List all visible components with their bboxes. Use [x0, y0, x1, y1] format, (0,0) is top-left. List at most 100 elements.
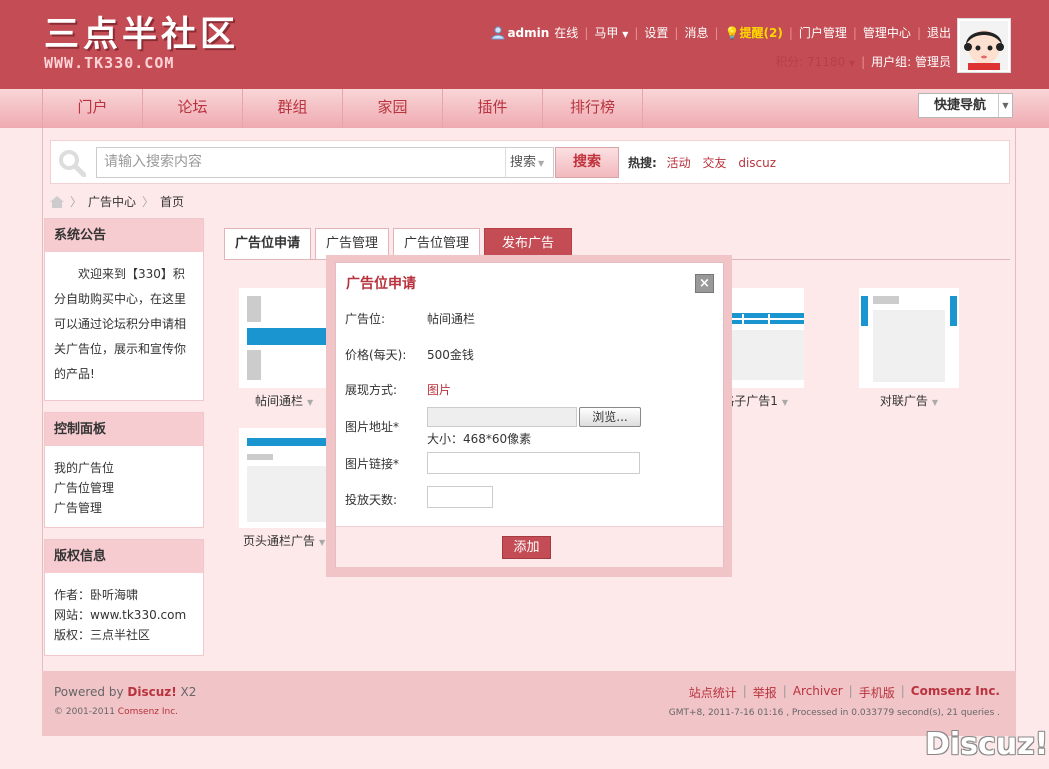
avatar[interactable] [957, 18, 1011, 73]
nav-item-plugin[interactable]: 插件 [443, 89, 543, 128]
copyright-title: 版权信息 [45, 540, 203, 573]
ad-position-label: 对联广告 ▼ [879, 394, 939, 408]
alerts-link[interactable]: 提醒(2) [739, 24, 782, 41]
archiver-link[interactable]: Archiver [793, 684, 843, 701]
vest-menu[interactable]: 马甲 ▼ [594, 24, 628, 41]
divider: | [714, 25, 719, 40]
divider: | [916, 25, 921, 40]
logo-text: 三点半社区 [44, 14, 240, 55]
user-stats: 积分: 71180 ▼ | 用户组: 管理员 [775, 53, 951, 70]
img-file-input[interactable] [427, 407, 577, 427]
divider: | [584, 25, 589, 40]
quick-nav-button[interactable]: 快捷导航 ▼ [918, 93, 1013, 118]
chevron-down-icon: ▼ [319, 538, 326, 547]
divider: | [861, 54, 866, 69]
dialog-footer: 添加 [336, 526, 723, 567]
price-value: 500金钱 [427, 348, 474, 362]
ad-position-label: 页头通栏广告 ▼ [243, 534, 326, 548]
ad-apply-dialog: 广告位申请 × 广告位: 帖间通栏 价格(每天): 500金钱 展现方式: 图片… [335, 262, 724, 567]
logout-link[interactable]: 退出 [927, 24, 951, 41]
discuz-link[interactable]: Discuz! [127, 685, 176, 699]
nav-item-portal[interactable]: 门户 [43, 89, 143, 128]
comsenz-brand-link[interactable]: Comsenz Inc. [911, 684, 1000, 701]
comsenz-link[interactable]: Comsenz Inc. [118, 707, 178, 717]
ad-position-item[interactable]: 帖间通栏 ▼ [239, 288, 339, 409]
user-icon [491, 26, 505, 39]
ad-position-label: 帖间通栏 ▼ [255, 394, 314, 408]
portal-admin-link[interactable]: 门户管理 [799, 24, 847, 41]
hot-link[interactable]: 活动 [667, 156, 691, 170]
ad-thumbnail [859, 288, 959, 388]
hot-link[interactable]: discuz [738, 156, 776, 170]
logo-url: WWW.TK330.COM [44, 54, 175, 72]
nav-item-home[interactable]: 家园 [343, 89, 443, 128]
hot-link[interactable]: 交友 [702, 156, 726, 170]
chevron-right-icon: 〉 [70, 195, 83, 209]
ad-position-item[interactable]: 对联广告 ▼ [859, 288, 959, 409]
chevron-down-icon: ▼ [931, 398, 939, 407]
top-header: 三点半社区 WWW.TK330.COM admin 在线 | 马甲 ▼ | 设置… [0, 0, 1049, 89]
divider: | [674, 25, 679, 40]
notice-text: 欢迎来到【330】积分自助购买中心，在这里可以通过论坛积分申请相关广告位，展示和… [54, 267, 187, 381]
days-label: 投放天数: [345, 493, 398, 507]
notice-title: 系统公告 [45, 219, 203, 252]
messages-link[interactable]: 消息 [684, 24, 708, 41]
avatar-image [960, 21, 1008, 70]
nav-item-group[interactable]: 群组 [243, 89, 343, 128]
chevron-down-icon: ▼ [538, 159, 545, 168]
pos-value: 帖间通栏 [427, 312, 476, 326]
site-logo[interactable]: 三点半社区 WWW.TK330.COM [44, 15, 244, 73]
search-input[interactable]: 请输入搜索内容 [96, 147, 506, 178]
panel-my-ads[interactable]: 我的广告位 [54, 458, 194, 478]
search-button[interactable]: 搜索 [555, 147, 619, 178]
divider: | [634, 25, 639, 40]
browse-button[interactable]: 浏览... [579, 407, 641, 427]
report-link[interactable]: 举报 [753, 684, 777, 701]
panel-ad-mgmt[interactable]: 广告管理 [54, 498, 194, 518]
chevron-down-icon: ▼ [622, 30, 629, 39]
ad-position-item[interactable]: 页头通栏广告 ▼ [239, 428, 339, 549]
close-icon[interactable]: × [695, 274, 714, 293]
chevron-down-icon: ▼ [307, 398, 314, 407]
breadcrumb-home: 首页 [160, 195, 185, 209]
credits-menu[interactable]: 积分: 71180 ▼ [775, 53, 855, 70]
discuz-watermark: Discuz! [925, 727, 1049, 762]
powered-by: Powered by Discuz! X2 [54, 685, 197, 699]
days-input[interactable] [427, 486, 493, 508]
copyright-site: 网站：www.tk330.com [54, 608, 187, 622]
tab-ad-apply[interactable]: 广告位申请 [224, 228, 312, 259]
copyright-box: 版权信息 作者：卧听海啸 网站：www.tk330.com 版权：三点半社区 [44, 539, 204, 656]
user-menu: admin 在线 | 马甲 ▼ | 设置 | 消息 | 💡 提醒(2) | 门户… [491, 24, 951, 41]
divider: | [788, 25, 793, 40]
control-panel-box: 控制面板 我的广告位 广告位管理 广告管理 [44, 412, 204, 528]
username-link[interactable]: admin [507, 26, 549, 40]
main-nav: 门户 论坛 群组 家园 插件 排行榜 [0, 89, 1049, 128]
quick-nav-label: 快捷导航 [934, 98, 987, 113]
admin-center-link[interactable]: 管理中心 [863, 24, 911, 41]
pos-label: 广告位: [345, 312, 386, 326]
price-label: 价格(每天): [345, 348, 407, 362]
search-scope-select[interactable]: 搜索 ▼ [505, 147, 554, 178]
divider: | [852, 25, 857, 40]
nav-item-forum[interactable]: 论坛 [143, 89, 243, 128]
search-bar: 请输入搜索内容 搜索 ▼ 搜索 热搜: 活动 交友 discuz [50, 140, 1010, 184]
usergroup: 用户组: 管理员 [871, 55, 951, 69]
notice-box: 系统公告 欢迎来到【330】积分自助购买中心，在这里可以通过论坛积分申请相关广告… [44, 218, 204, 401]
chevron-down-icon: ▼ [848, 59, 856, 68]
dialog-title: 广告位申请 [346, 276, 416, 292]
hot-search: 热搜: 活动 交友 discuz [628, 154, 784, 171]
nav-item-ranking[interactable]: 排行榜 [543, 89, 643, 128]
panel-title: 控制面板 [45, 413, 203, 446]
chevron-down-icon: ▼ [781, 398, 788, 407]
panel-ad-position-mgmt[interactable]: 广告位管理 [54, 478, 194, 498]
breadcrumb-ad-center[interactable]: 广告中心 [88, 193, 136, 210]
stats-link[interactable]: 站点统计 [689, 684, 737, 701]
display-value: 图片 [427, 383, 452, 397]
settings-link[interactable]: 设置 [644, 24, 668, 41]
chevron-right-icon: 〉 [142, 195, 155, 209]
mobile-link[interactable]: 手机版 [859, 684, 895, 701]
home-icon[interactable] [50, 195, 64, 208]
add-button[interactable]: 添加 [502, 536, 551, 559]
footer-links: 站点统计 | 举报 | Archiver | 手机版 | Comsenz Inc. [688, 684, 1000, 701]
img-link-input[interactable] [427, 452, 640, 474]
